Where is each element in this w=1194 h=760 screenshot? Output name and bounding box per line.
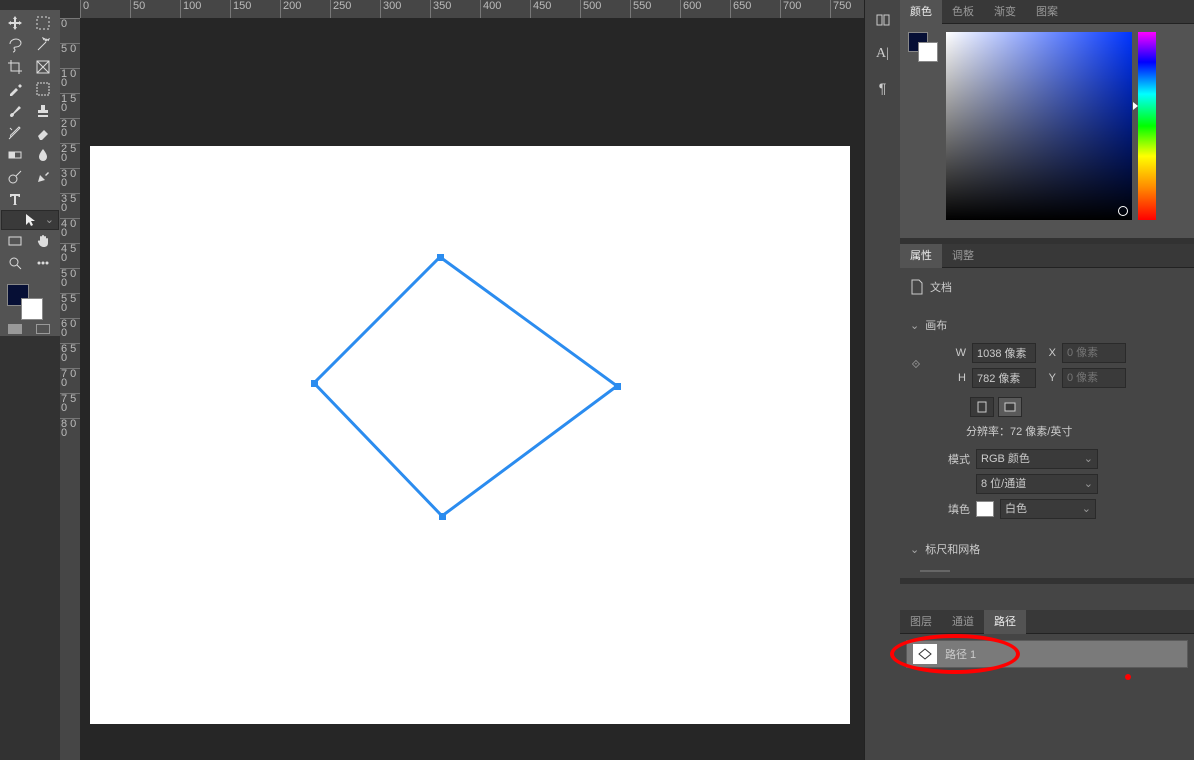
annotation-dot bbox=[1125, 674, 1131, 680]
mode-select[interactable]: RGB 颜色 bbox=[976, 449, 1098, 469]
more-tool[interactable] bbox=[29, 252, 57, 274]
document-icon bbox=[910, 279, 924, 295]
rulers-section-header[interactable]: 标尺和网格 bbox=[910, 536, 1184, 562]
path-name: 路径 1 bbox=[945, 646, 976, 662]
zoom-tool[interactable] bbox=[1, 252, 29, 274]
hue-slider[interactable] bbox=[1138, 32, 1156, 220]
orient-landscape[interactable] bbox=[998, 397, 1022, 417]
frame-tool[interactable] bbox=[29, 56, 57, 78]
ruler-horizontal: 0501001502002503003504004505005506006507… bbox=[80, 0, 864, 18]
brush-tool[interactable] bbox=[1, 100, 29, 122]
orient-portrait[interactable] bbox=[970, 397, 994, 417]
eraser-tool[interactable] bbox=[29, 122, 57, 144]
panel-icon-3[interactable]: ¶ bbox=[873, 78, 893, 98]
doc-label: 文档 bbox=[930, 279, 952, 295]
tab-图案[interactable]: 图案 bbox=[1026, 0, 1068, 24]
width-input[interactable] bbox=[972, 343, 1036, 363]
crop-tool[interactable] bbox=[1, 56, 29, 78]
collapsed-panels: A| ¶ bbox=[864, 0, 900, 760]
canvas-section-header[interactable]: 画布 bbox=[910, 312, 1184, 338]
tab-属性[interactable]: 属性 bbox=[900, 244, 942, 268]
color-field[interactable] bbox=[946, 32, 1132, 220]
tab-渐变[interactable]: 渐变 bbox=[984, 0, 1026, 24]
layer-tabs: 图层通道路径 bbox=[900, 610, 1194, 634]
gradient-tool[interactable] bbox=[1, 144, 29, 166]
eyedropper-tool[interactable] bbox=[1, 78, 29, 100]
depth-select[interactable]: 8 位/通道 bbox=[976, 474, 1098, 494]
tab-色板[interactable]: 色板 bbox=[942, 0, 984, 24]
move-tool[interactable] bbox=[1, 12, 29, 34]
document-header: 文档 bbox=[910, 274, 1184, 300]
tab-图层[interactable]: 图层 bbox=[900, 610, 942, 634]
rectangle-tool[interactable] bbox=[1, 230, 29, 252]
stamp-tool[interactable] bbox=[29, 100, 57, 122]
path-select-tool[interactable] bbox=[1, 210, 59, 230]
tab-路径[interactable]: 路径 bbox=[984, 610, 1026, 634]
tab-通道[interactable]: 通道 bbox=[942, 610, 984, 634]
fg-bg-swatch[interactable] bbox=[908, 32, 940, 64]
canvas[interactable] bbox=[90, 146, 850, 724]
color-tabs: 颜色色板渐变图案 bbox=[900, 0, 1194, 24]
color-picker-panel bbox=[900, 24, 1194, 238]
canvas-stage[interactable] bbox=[80, 18, 864, 760]
panel-icon-1[interactable] bbox=[873, 10, 893, 30]
y-input bbox=[1062, 368, 1126, 388]
patch-tool[interactable] bbox=[29, 78, 57, 100]
mask-mode-toggle[interactable] bbox=[1, 324, 57, 334]
blur-tool[interactable] bbox=[29, 144, 57, 166]
right-panels: 颜色色板渐变图案 属性调整 文档 画布 ⟐ W X bbox=[900, 0, 1194, 760]
path-item[interactable]: 路径 1 bbox=[906, 640, 1188, 668]
wand-tool[interactable] bbox=[29, 34, 57, 56]
toolbox bbox=[0, 10, 60, 336]
x-input bbox=[1062, 343, 1126, 363]
properties-tabs: 属性调整 bbox=[900, 244, 1194, 268]
link-icon[interactable]: ⟐ bbox=[910, 352, 922, 380]
height-input[interactable] bbox=[972, 368, 1036, 388]
type-tool[interactable] bbox=[1, 188, 29, 210]
resolution-text: 分辨率：72 像素/英寸 bbox=[966, 423, 1184, 439]
fill-swatch[interactable] bbox=[976, 501, 994, 517]
fill-select[interactable]: 白色 bbox=[1000, 499, 1096, 519]
tab-调整[interactable]: 调整 bbox=[942, 244, 984, 268]
tab-颜色[interactable]: 颜色 bbox=[900, 0, 942, 24]
dodge-tool[interactable] bbox=[1, 166, 29, 188]
marquee-tool[interactable] bbox=[29, 12, 57, 34]
color-swatches[interactable] bbox=[1, 280, 57, 320]
pen-tool[interactable] bbox=[29, 166, 57, 188]
ruler-vertical: 05 01 0 01 5 02 0 02 5 03 0 03 5 04 0 04… bbox=[60, 18, 80, 760]
hand-tool[interactable] bbox=[29, 230, 57, 252]
panel-icon-2[interactable]: A| bbox=[873, 44, 893, 64]
path-shape[interactable] bbox=[90, 146, 850, 724]
path-thumb bbox=[913, 644, 937, 664]
workspace: 0501001502002503003504004505005506006507… bbox=[60, 0, 864, 760]
properties-panel: 文档 画布 ⟐ W X H Y bbox=[900, 268, 1194, 578]
history-brush-tool[interactable] bbox=[1, 122, 29, 144]
paths-panel: 图层通道路径 路径 1 bbox=[900, 610, 1194, 760]
lasso-tool[interactable] bbox=[1, 34, 29, 56]
